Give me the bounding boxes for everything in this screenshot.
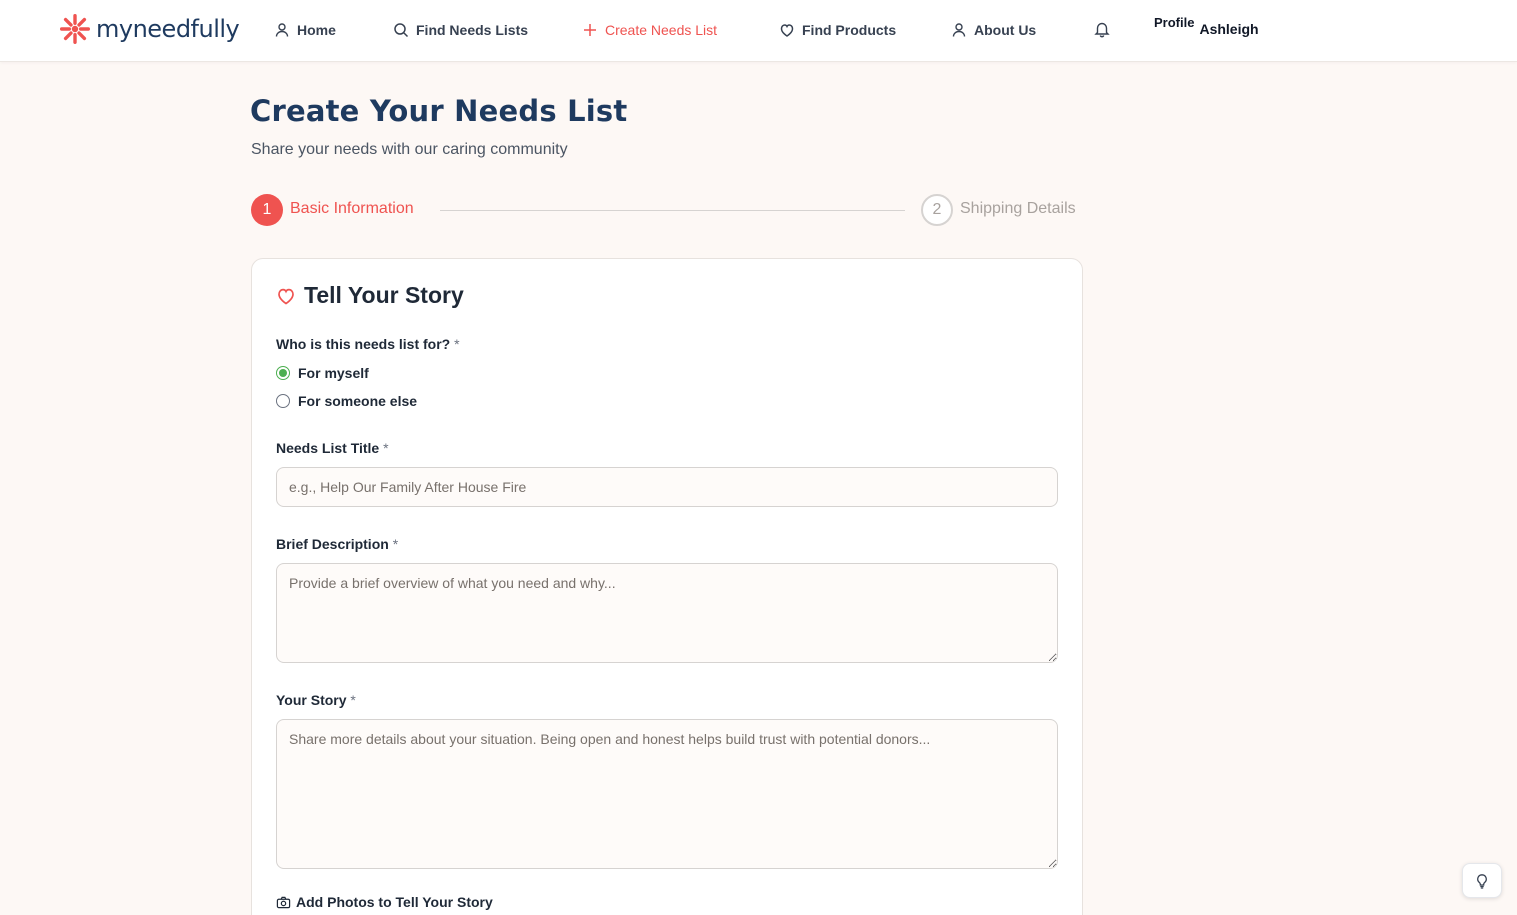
required-marker: * <box>392 536 399 552</box>
radio-option-for-someone-else[interactable]: For someone else <box>276 393 417 409</box>
profile-label: Profile <box>1154 15 1195 30</box>
needs-list-title-label: Needs List Title * <box>276 440 389 456</box>
step-2-indicator: 2 <box>921 194 953 226</box>
camera-icon <box>276 896 291 908</box>
nav-about-us-label: About Us <box>974 22 1037 38</box>
step-1-indicator: 1 <box>251 194 283 226</box>
required-marker: * <box>454 336 460 352</box>
nav-find-products[interactable]: Find Products <box>779 19 896 41</box>
brand-name: myneedfully <box>96 15 240 43</box>
nav-home[interactable]: Home <box>274 19 336 41</box>
bell-icon[interactable] <box>1093 20 1111 38</box>
top-navigation-bar: myneedfully Home Find Needs Lists Create… <box>0 0 1517 62</box>
nav-create-needs-list-label: Create Needs List <box>605 22 718 38</box>
nav-find-needs-lists-label: Find Needs Lists <box>416 22 529 38</box>
radio-option-for-myself[interactable]: For myself <box>276 365 369 381</box>
radio-for-myself[interactable] <box>276 366 290 380</box>
heart-icon <box>780 24 794 37</box>
page-subtitle: Share your needs with our caring communi… <box>251 141 568 158</box>
your-story-textarea[interactable] <box>276 719 1058 869</box>
section-heading: Tell Your Story <box>276 282 464 309</box>
nav-about-us[interactable]: About Us <box>951 19 1036 41</box>
needs-list-title-text: Needs List Title <box>276 440 380 456</box>
stepper-connector <box>440 210 905 211</box>
add-photos-label: Add Photos to Tell Your Story <box>296 894 493 910</box>
needs-list-title-input[interactable] <box>276 467 1058 507</box>
user-icon <box>952 23 966 37</box>
brief-description-label: Brief Description * <box>276 536 398 552</box>
profile-menu[interactable]: Profile Ashleigh <box>1154 15 1259 37</box>
required-marker: * <box>350 692 356 708</box>
brand-logo[interactable]: myneedfully <box>58 11 240 47</box>
radio-for-someone-else-label: For someone else <box>298 393 418 409</box>
plus-icon <box>584 24 596 36</box>
nav-find-needs-lists[interactable]: Find Needs Lists <box>393 19 528 41</box>
recipient-question-text: Who is this needs list for? <box>276 336 451 352</box>
logo-mark-icon <box>60 14 90 44</box>
brief-description-textarea[interactable] <box>276 563 1058 663</box>
section-title: Tell Your Story <box>304 282 464 308</box>
nav-create-needs-list[interactable]: Create Needs List <box>582 19 717 41</box>
nav-home-label: Home <box>297 22 336 38</box>
radio-for-myself-label: For myself <box>298 365 369 381</box>
search-icon <box>394 23 409 38</box>
lightbulb-icon <box>1477 873 1487 889</box>
brief-description-text: Brief Description <box>276 536 389 552</box>
recipient-question-label: Who is this needs list for? * <box>276 336 460 352</box>
step-1-label: Basic Information <box>290 200 414 217</box>
radio-for-someone-else[interactable] <box>276 394 290 408</box>
user-icon <box>275 23 289 37</box>
tips-button[interactable] <box>1462 863 1502 898</box>
profile-username: Ashleigh <box>1199 21 1259 37</box>
add-photos-heading: Add Photos to Tell Your Story <box>276 894 493 910</box>
nav-find-products-label: Find Products <box>802 22 897 38</box>
your-story-label: Your Story * <box>276 692 356 708</box>
required-marker: * <box>383 440 389 456</box>
heart-icon <box>278 288 294 304</box>
page-title: Create Your Needs List <box>250 94 628 128</box>
step-2-label: Shipping Details <box>960 200 1076 217</box>
your-story-text: Your Story <box>276 692 347 708</box>
